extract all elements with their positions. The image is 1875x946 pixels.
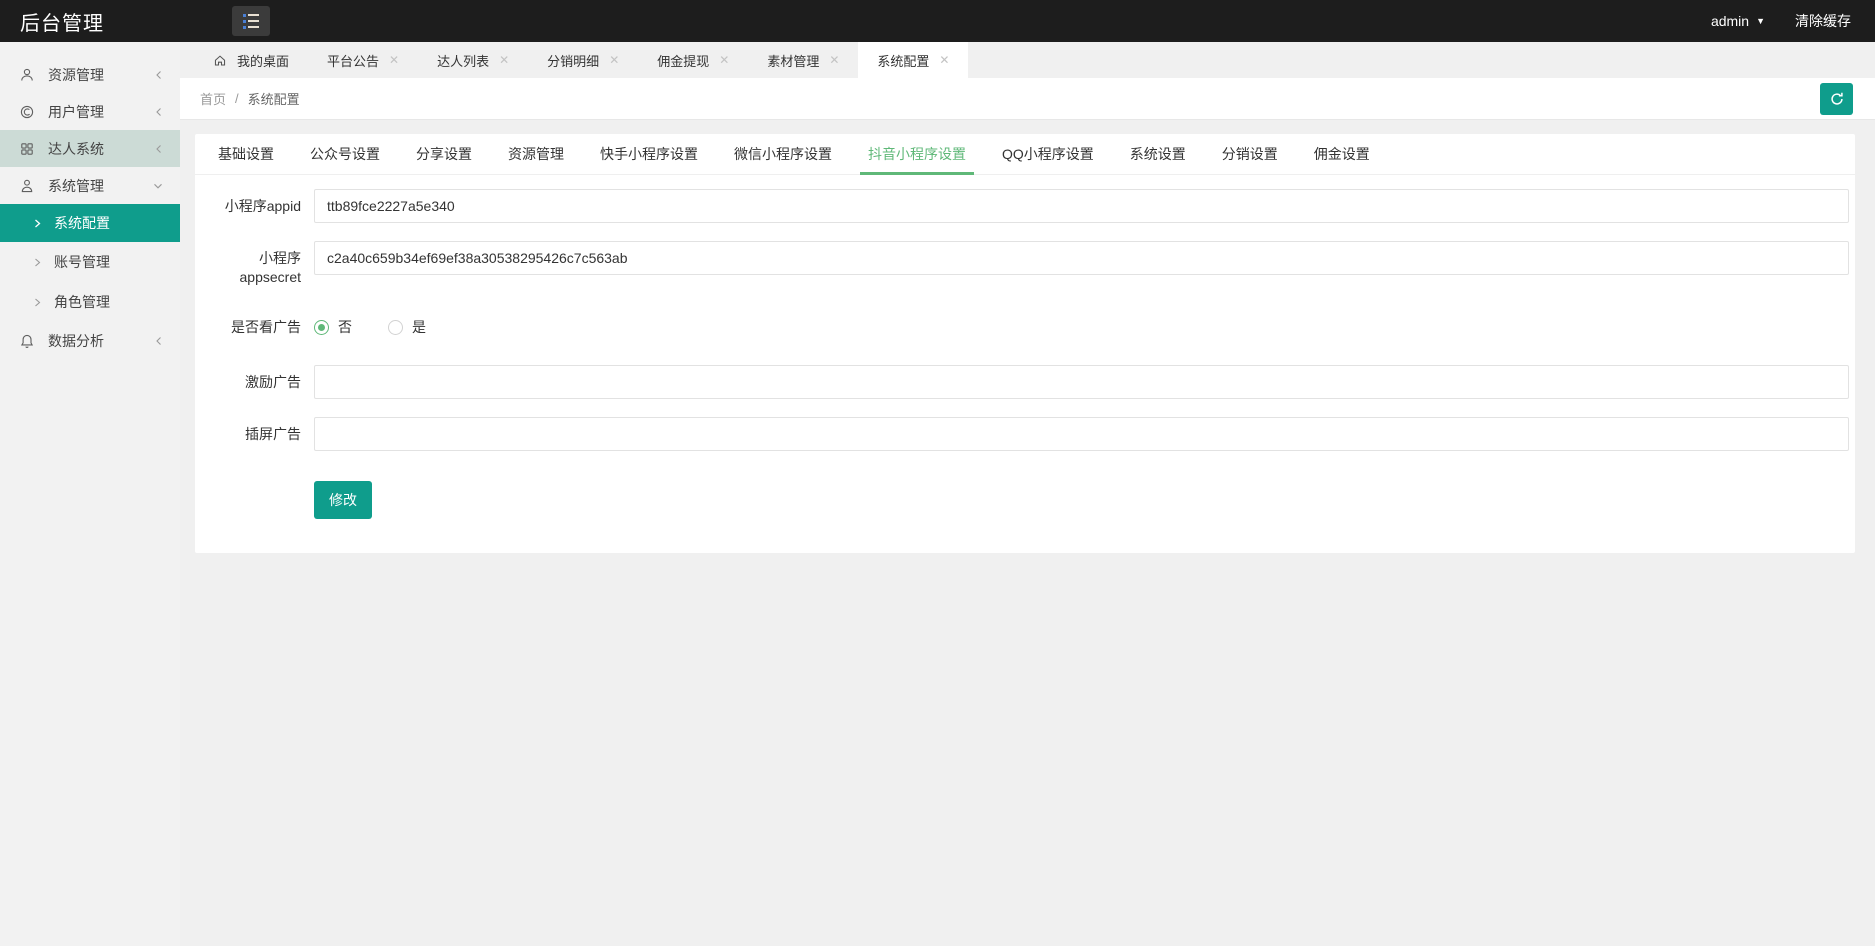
close-icon[interactable]: ✕ <box>719 54 729 66</box>
tab-basic-settings[interactable]: 基础设置 <box>218 134 274 174</box>
tab-platform-announcement[interactable]: 平台公告 ✕ <box>308 42 418 78</box>
person-icon <box>19 178 35 194</box>
tab-commission-withdraw[interactable]: 佣金提现 ✕ <box>638 42 748 78</box>
home-icon <box>213 53 227 67</box>
tab-label: 平台公告 <box>327 51 379 70</box>
refresh-button[interactable] <box>1820 83 1853 115</box>
sidebar-item-talent-system[interactable]: 达人系统 <box>0 130 180 167</box>
close-icon[interactable]: ✕ <box>499 54 509 66</box>
tab-label: 系统配置 <box>877 51 929 70</box>
hamburger-icon <box>243 14 259 17</box>
reward-ad-label: 激励广告 <box>209 365 301 399</box>
user-menu[interactable]: admin ▼ <box>1711 13 1765 29</box>
tab-label: 分销明细 <box>547 51 599 70</box>
settings-tabs: 基础设置 公众号设置 分享设置 资源管理 快手小程序设置 微信小程序设置 抖音小… <box>195 134 1855 175</box>
sidebar-item-label: 数据分析 <box>48 331 154 351</box>
sidebar-item-label: 达人系统 <box>48 139 154 159</box>
sidebar-subitem-label: 账号管理 <box>54 252 110 272</box>
clear-cache-button[interactable]: 清除缓存 <box>1795 11 1851 31</box>
interstitial-ad-label: 插屏广告 <box>209 417 301 451</box>
chevron-left-icon <box>154 143 164 155</box>
topbar: 后台管理 admin ▼ 清除缓存 <box>0 0 1875 42</box>
interstitial-ad-input[interactable] <box>314 417 1849 451</box>
arrow-right-icon <box>33 297 42 308</box>
sidebar-toggle-button[interactable] <box>232 6 270 36</box>
tab-label: 达人列表 <box>437 51 489 70</box>
breadcrumb-separator: / <box>235 91 239 106</box>
tab-distribution-detail[interactable]: 分销明细 ✕ <box>528 42 638 78</box>
tab-material-management[interactable]: 素材管理 ✕ <box>748 42 858 78</box>
chevron-down-icon <box>152 180 164 192</box>
tab-douyin-miniapp-settings[interactable]: 抖音小程序设置 <box>868 134 966 174</box>
sidebar-item-account-management[interactable]: 账号管理 <box>0 242 180 282</box>
arrow-right-icon <box>33 218 42 229</box>
tab-qq-miniapp-settings[interactable]: QQ小程序设置 <box>1002 134 1094 174</box>
breadcrumb-current: 系统配置 <box>248 89 300 108</box>
tab-kuaishou-miniapp-settings[interactable]: 快手小程序设置 <box>600 134 698 174</box>
settings-form: 小程序appid 小程序appsecret 是否看广告 <box>195 175 1855 553</box>
chevron-left-icon <box>154 106 164 118</box>
tab-label: 佣金提现 <box>657 51 709 70</box>
radio-unchecked-icon <box>388 320 403 335</box>
tab-wechat-miniapp-settings[interactable]: 微信小程序设置 <box>734 134 832 174</box>
settings-card: 基础设置 公众号设置 分享设置 资源管理 快手小程序设置 微信小程序设置 抖音小… <box>195 134 1855 553</box>
sidebar-item-user-management[interactable]: 用户管理 <box>0 93 180 130</box>
submit-button[interactable]: 修改 <box>314 481 372 519</box>
user-icon <box>19 67 35 83</box>
sidebar-submenu: 系统配置 账号管理 角色管理 <box>0 204 180 322</box>
open-tabs-strip: 我的桌面 平台公告 ✕ 达人列表 ✕ 分销明细 ✕ 佣金提现 ✕ 素材管理 ✕ … <box>180 42 1875 78</box>
sidebar-subitem-label: 角色管理 <box>54 292 110 312</box>
sidebar-subitem-label: 系统配置 <box>54 213 110 233</box>
appid-label: 小程序appid <box>209 189 301 223</box>
tab-system-config[interactable]: 系统配置 ✕ <box>858 42 968 78</box>
tab-label: 素材管理 <box>767 51 819 70</box>
breadcrumb-home[interactable]: 首页 <box>200 89 226 108</box>
close-icon[interactable]: ✕ <box>939 54 949 66</box>
tab-official-account-settings[interactable]: 公众号设置 <box>310 134 380 174</box>
chevron-left-icon <box>154 69 164 81</box>
chevron-left-icon <box>154 335 164 347</box>
tab-my-desktop[interactable]: 我的桌面 <box>194 42 308 78</box>
app-title: 后台管理 <box>0 7 180 36</box>
appsecret-label: 小程序appsecret <box>209 241 301 287</box>
tab-share-settings[interactable]: 分享设置 <box>416 134 472 174</box>
radio-checked-icon <box>314 320 329 335</box>
tab-talent-list[interactable]: 达人列表 ✕ <box>418 42 528 78</box>
sidebar-item-resource-management[interactable]: 资源管理 <box>0 56 180 93</box>
appsecret-input[interactable] <box>314 241 1849 275</box>
watch-ad-radio-no[interactable]: 否 <box>314 317 352 337</box>
bell-icon <box>19 333 35 349</box>
sidebar: 资源管理 用户管理 达人系统 系统管理 系统配置 账号管理 角色管理 数据分析 <box>0 42 180 946</box>
tab-distribution-settings[interactable]: 分销设置 <box>1222 134 1278 174</box>
sidebar-item-label: 用户管理 <box>48 102 154 122</box>
tab-resource-management[interactable]: 资源管理 <box>508 134 564 174</box>
sidebar-item-system-config[interactable]: 系统配置 <box>0 204 180 242</box>
refresh-icon <box>1829 91 1845 107</box>
reward-ad-input[interactable] <box>314 365 1849 399</box>
grid-icon <box>19 141 35 157</box>
close-icon[interactable]: ✕ <box>829 54 839 66</box>
radio-label: 是 <box>412 317 426 337</box>
caret-down-icon: ▼ <box>1756 16 1765 26</box>
tab-system-settings[interactable]: 系统设置 <box>1130 134 1186 174</box>
globe-icon <box>19 104 35 120</box>
sidebar-item-label: 资源管理 <box>48 65 154 85</box>
tab-commission-settings[interactable]: 佣金设置 <box>1314 134 1370 174</box>
sidebar-item-data-analysis[interactable]: 数据分析 <box>0 322 180 359</box>
watch-ad-label: 是否看广告 <box>209 318 301 337</box>
breadcrumb-bar: 首页 / 系统配置 <box>180 78 1875 120</box>
close-icon[interactable]: ✕ <box>609 54 619 66</box>
sidebar-item-system-management[interactable]: 系统管理 <box>0 167 180 204</box>
appid-input[interactable] <box>314 189 1849 223</box>
username: admin <box>1711 13 1749 29</box>
arrow-right-icon <box>33 257 42 268</box>
sidebar-item-role-management[interactable]: 角色管理 <box>0 282 180 322</box>
sidebar-item-label: 系统管理 <box>48 176 152 196</box>
watch-ad-radio-yes[interactable]: 是 <box>388 317 426 337</box>
close-icon[interactable]: ✕ <box>389 54 399 66</box>
radio-label: 否 <box>338 317 352 337</box>
tab-label: 我的桌面 <box>237 51 289 70</box>
